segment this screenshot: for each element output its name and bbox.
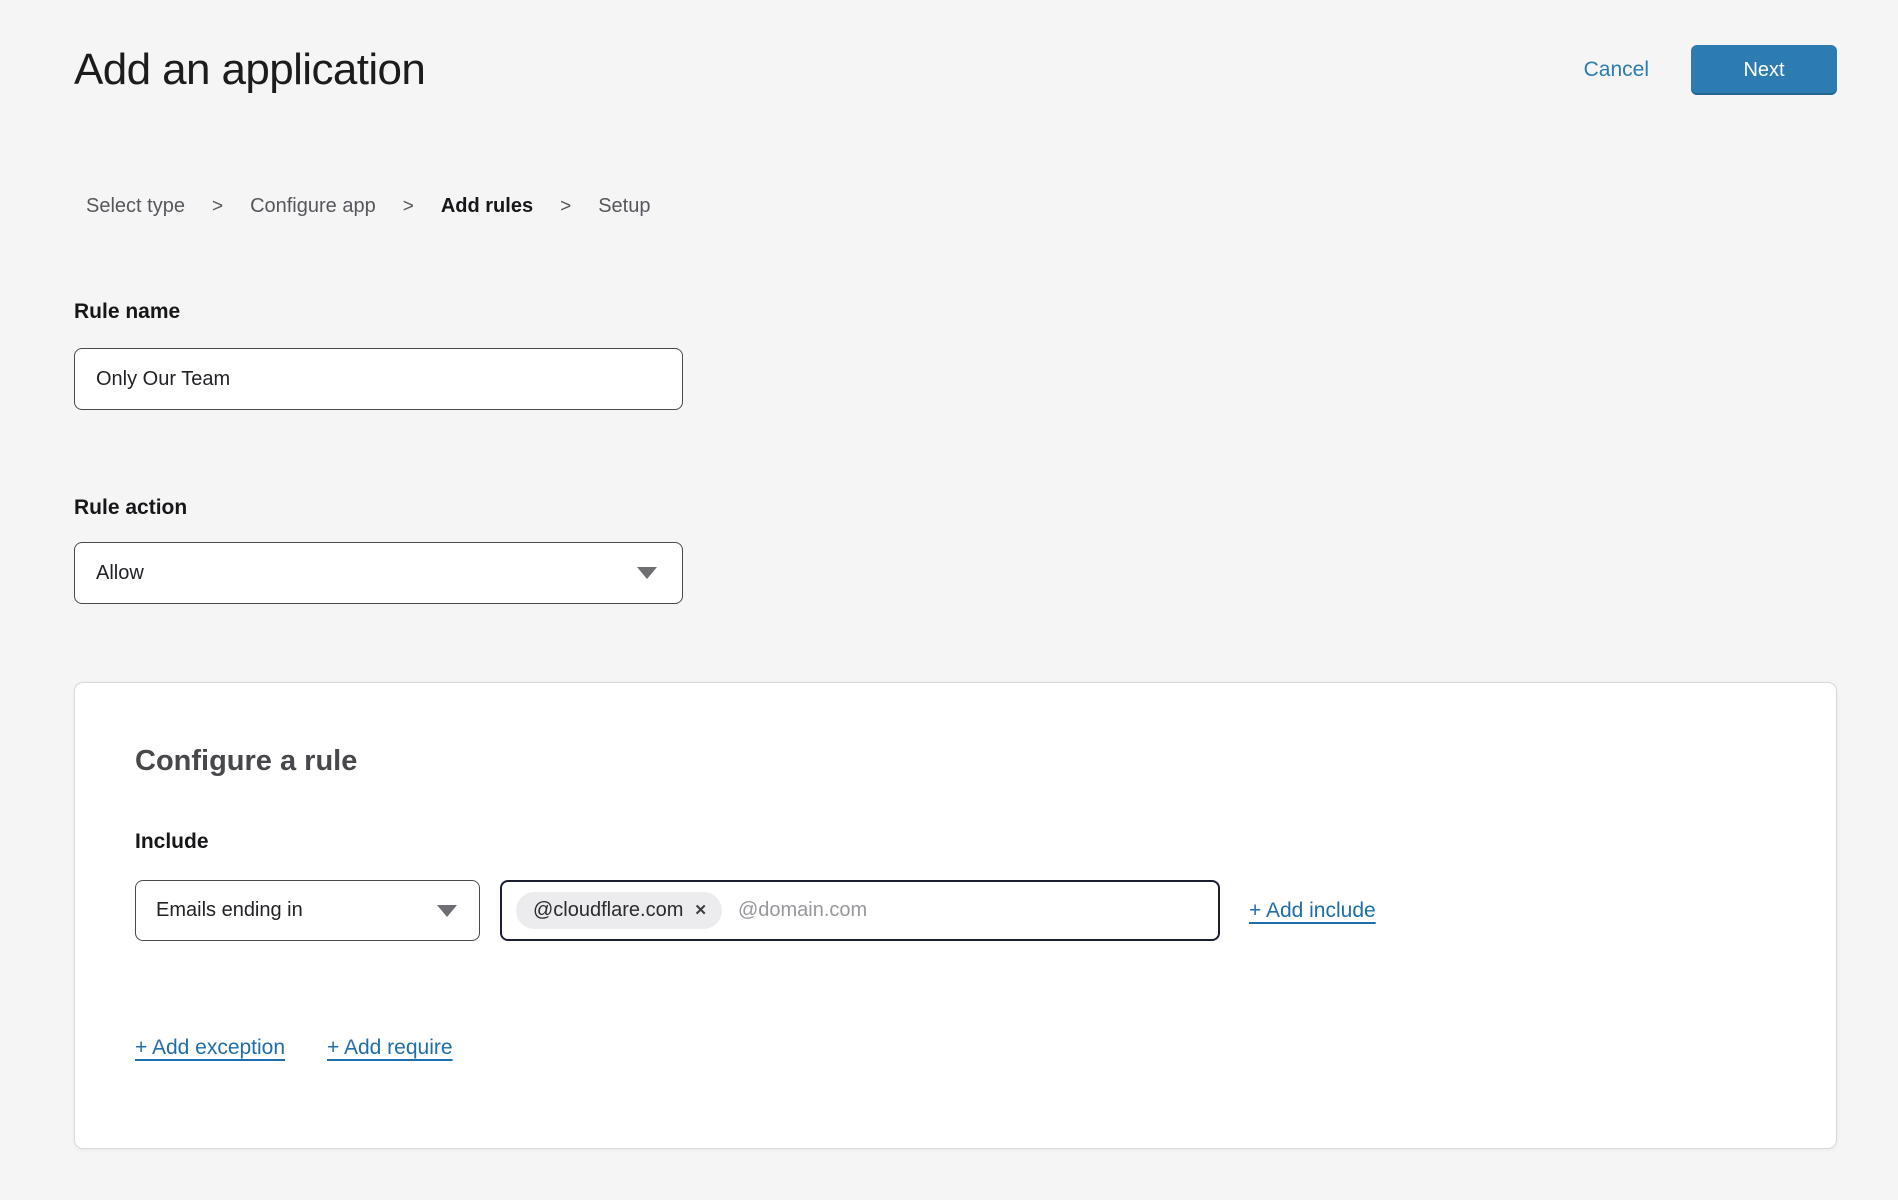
- step-select-type[interactable]: Select type: [86, 195, 185, 218]
- rule-name-input[interactable]: [74, 348, 683, 410]
- include-label: Include: [135, 830, 1776, 854]
- step-separator: >: [560, 196, 571, 218]
- rule-card-title: Configure a rule: [135, 745, 1776, 778]
- add-include-link[interactable]: + Add include: [1249, 899, 1376, 923]
- include-row: Emails ending in @cloudflare.com ✕ + Add…: [135, 880, 1776, 941]
- configure-rule-card: Configure a rule Include Emails ending i…: [74, 682, 1837, 1149]
- add-application-page: Add an application Cancel Next Select ty…: [0, 0, 1898, 1149]
- add-exception-link[interactable]: + Add exception: [135, 1036, 285, 1060]
- chevron-down-icon: [637, 567, 657, 579]
- add-require-link[interactable]: + Add require: [327, 1036, 453, 1060]
- step-setup[interactable]: Setup: [598, 195, 650, 218]
- email-domains-input[interactable]: @cloudflare.com ✕: [500, 880, 1220, 941]
- step-configure-app[interactable]: Configure app: [250, 195, 376, 218]
- rule-links-row: + Add exception + Add require: [135, 1036, 1776, 1060]
- rule-action-label: Rule action: [74, 496, 1837, 520]
- cancel-button[interactable]: Cancel: [1584, 58, 1649, 82]
- page-header: Add an application Cancel Next: [74, 45, 1837, 95]
- header-actions: Cancel Next: [1584, 45, 1837, 95]
- rule-action-select[interactable]: Allow: [74, 542, 683, 604]
- page-title: Add an application: [74, 45, 425, 95]
- email-domain-text-input[interactable]: [738, 899, 1204, 922]
- step-add-rules[interactable]: Add rules: [441, 195, 533, 218]
- rule-name-label: Rule name: [74, 300, 1837, 324]
- rule-action-value: Allow: [96, 562, 144, 585]
- step-separator: >: [212, 196, 223, 218]
- step-separator: >: [403, 196, 414, 218]
- include-selector-value: Emails ending in: [156, 899, 303, 922]
- chip-label: @cloudflare.com: [533, 899, 683, 922]
- chip-remove-icon[interactable]: ✕: [694, 903, 707, 918]
- email-domain-chip: @cloudflare.com ✕: [516, 892, 722, 929]
- wizard-steps: Select type > Configure app > Add rules …: [86, 195, 1837, 218]
- include-selector-select[interactable]: Emails ending in: [135, 880, 480, 941]
- chevron-down-icon: [437, 905, 457, 917]
- next-button[interactable]: Next: [1691, 45, 1837, 95]
